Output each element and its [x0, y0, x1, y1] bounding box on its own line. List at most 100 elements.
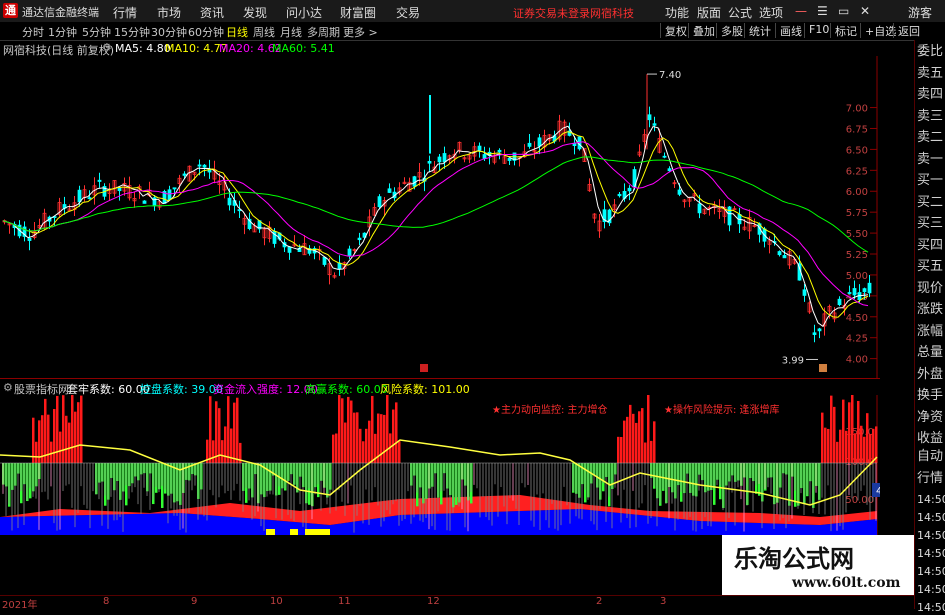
period-30min[interactable]: 30分钟 — [151, 24, 187, 40]
title-stock-name: 网宿科技 — [590, 7, 634, 20]
candle-body — [377, 196, 382, 208]
yellow-block — [305, 529, 330, 535]
side-panel-item[interactable]: 14:50 — [917, 582, 945, 597]
red-histogram-bar — [383, 414, 386, 463]
red-histogram-bar — [74, 411, 77, 463]
menu-gongneng[interactable]: 功能 — [665, 4, 689, 21]
red-histogram-bar — [47, 414, 50, 463]
red-histogram-bar — [824, 427, 827, 463]
price-tick-label: 6.00 — [846, 187, 868, 198]
red-histogram-bar — [227, 396, 230, 463]
menu-faxian[interactable]: 发现 — [243, 4, 267, 21]
btn-f10[interactable]: F10 — [804, 23, 829, 38]
menu-xuanxiang[interactable]: 选项 — [759, 4, 783, 21]
red-histogram-bar — [857, 400, 860, 463]
menu-zixun[interactable]: 资讯 — [200, 4, 224, 21]
side-panel-item: 净资 — [917, 409, 944, 425]
btn-huaxian[interactable]: 画线 — [775, 23, 802, 38]
price-tick-label: 6.25 — [846, 166, 868, 177]
side-panel-item[interactable]: 14:50 — [917, 528, 945, 543]
candle-body — [387, 188, 392, 193]
side-panel-item: 卖一 — [917, 151, 944, 167]
btn-tongji[interactable]: 统计 — [744, 23, 771, 38]
btn-fanhui[interactable]: 返回 — [893, 23, 920, 38]
side-panel-item[interactable]: 14:50 — [917, 600, 945, 615]
red-histogram-bar — [215, 401, 218, 463]
period-multi[interactable]: 多周期 — [307, 24, 340, 40]
candle-body — [27, 237, 32, 241]
menu-jiaoyi[interactable]: 交易 — [396, 4, 420, 21]
red-histogram-bar — [335, 433, 338, 463]
side-panel-item[interactable]: 14:50 — [917, 564, 945, 579]
candle-body — [202, 164, 207, 168]
red-histogram-bar — [632, 413, 635, 463]
red-histogram-bar — [62, 395, 65, 463]
indicator-chart[interactable]: 150.0100.050.00★主力动向监控: 主力增仓 ★操作风险提示: 逢涨增… — [0, 395, 880, 535]
red-histogram-bar — [350, 400, 353, 463]
settings-icon[interactable]: ⚙ — [102, 41, 112, 54]
btn-duogu[interactable]: 多股 — [716, 23, 743, 38]
side-panel-item[interactable]: 自动 — [917, 449, 943, 464]
red-histogram-bar — [650, 440, 653, 463]
menu-icon[interactable]: ☰ — [817, 4, 828, 18]
period-60min[interactable]: 60分钟 — [188, 24, 224, 40]
btn-diejia[interactable]: 叠加 — [688, 23, 715, 38]
period-weekly[interactable]: 周线 — [253, 24, 275, 40]
red-histogram-bar — [635, 422, 638, 463]
login-warning[interactable]: 证券交易未登录 — [513, 5, 590, 21]
btn-zixuan[interactable]: +自选 — [860, 23, 896, 38]
red-histogram-bar — [629, 404, 632, 463]
red-histogram-bar — [848, 402, 851, 463]
close-icon[interactable]: ✕ — [860, 4, 870, 18]
candle-body — [77, 189, 82, 203]
app-name: 通达信金融终端 — [22, 6, 99, 19]
side-panel-item[interactable]: 14:50 — [917, 546, 945, 561]
menu-banmian[interactable]: 版面 — [697, 4, 721, 21]
candle-body — [812, 332, 817, 335]
side-panel-item[interactable]: 14:50 — [917, 510, 945, 525]
side-panel-item: 买三 — [917, 216, 944, 231]
minimize-icon[interactable]: — — [795, 4, 807, 18]
period-1min[interactable]: 1分钟 — [48, 24, 77, 40]
red-histogram-bar — [221, 440, 224, 463]
guest-label[interactable]: 游客 — [908, 4, 932, 21]
red-histogram-bar — [365, 428, 368, 463]
period-fenshi[interactable]: 分时 — [22, 24, 44, 40]
period-monthly[interactable]: 月线 — [280, 24, 302, 40]
menu-wenxiaoda[interactable]: 问小达 — [286, 4, 322, 21]
candle-body — [662, 155, 667, 158]
candle-body — [782, 255, 787, 259]
side-panel-item[interactable]: 14:50 — [917, 492, 945, 507]
side-panel-item[interactable]: 行情 — [917, 471, 943, 486]
btn-biaoji[interactable]: 标记 — [830, 23, 857, 38]
watermark-title: 乐淘公式网 — [734, 545, 854, 573]
menu-caifuquan[interactable]: 财富圈 — [340, 4, 376, 21]
red-histogram-bar — [236, 397, 239, 463]
red-histogram-bar — [644, 442, 647, 463]
red-histogram-bar — [872, 428, 875, 463]
kline-chart[interactable]: 7.006.756.506.256.005.755.505.255.004.75… — [0, 56, 880, 378]
period-more[interactable]: 更多 > — [343, 24, 378, 40]
app-logo-icon: 通 — [3, 3, 18, 18]
menu-hangqing[interactable]: 行情 — [113, 4, 137, 21]
indicator-settings-icon[interactable]: ⚙ — [3, 381, 13, 394]
candle-body — [172, 187, 177, 190]
side-panel-item: 卖五 — [917, 65, 944, 81]
candle-body — [347, 248, 352, 256]
candle-body — [847, 292, 852, 294]
red-histogram-bar — [623, 420, 626, 463]
red-histogram-bar — [398, 441, 401, 463]
btn-fuquan[interactable]: 复权 — [660, 23, 687, 38]
red-histogram-bar — [842, 399, 845, 463]
ma-info-row: 网宿科技(日线 前复权) ⚙ MA5: 4.80 MA10: 4.77 MA20… — [0, 40, 880, 57]
menu-shichang[interactable]: 市场 — [157, 4, 181, 21]
red-histogram-bar — [368, 420, 371, 463]
restore-icon[interactable]: ▭ — [838, 4, 849, 18]
period-15min[interactable]: 15分钟 — [114, 24, 150, 40]
red-histogram-bar — [647, 395, 650, 463]
period-daily[interactable]: 日线 — [226, 24, 248, 40]
menu-gongshi[interactable]: 公式 — [728, 4, 752, 21]
period-5min[interactable]: 5分钟 — [82, 24, 111, 40]
yellow-block — [290, 529, 298, 535]
candle-body — [677, 189, 682, 195]
